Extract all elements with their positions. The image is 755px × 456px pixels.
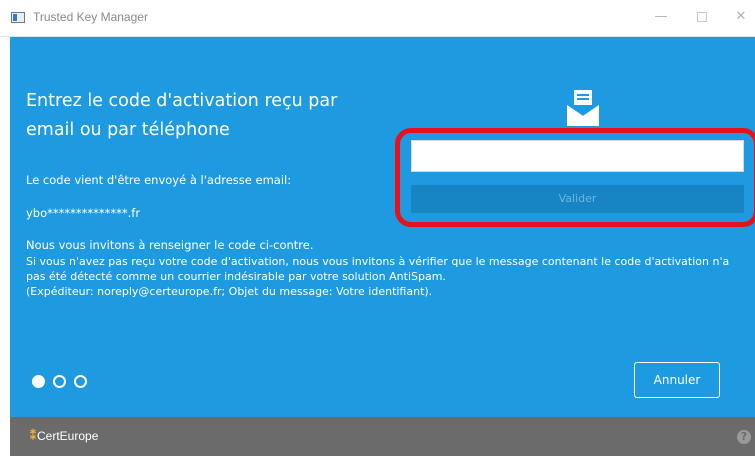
certeurope-logo: ⁑CertEurope	[30, 429, 98, 443]
step-dot-3	[74, 375, 87, 388]
maximize-button[interactable]	[688, 6, 716, 28]
invite-text: Nous vous invitons à renseigner le code …	[26, 238, 314, 252]
maximize-icon	[697, 11, 707, 22]
title-bar: Trusted Key Manager — ✕	[0, 0, 755, 37]
activation-panel: Entrez le code d'activation reçu par ema…	[10, 37, 755, 417]
footer: ⁑CertEurope ?	[10, 417, 755, 456]
sent-notice: Le code vient d'être envoyé à l'adresse …	[26, 173, 292, 187]
activation-code-input[interactable]	[411, 140, 744, 172]
cancel-button[interactable]: Annuler	[634, 362, 720, 398]
spam-notice-text: Si vous n'avez pas reçu votre code d'act…	[26, 255, 730, 283]
envelope-icon	[567, 90, 599, 126]
close-button[interactable]: ✕	[727, 6, 755, 28]
step-dot-1	[32, 375, 45, 388]
masked-email: ybo**************.fr	[26, 206, 141, 220]
logo-mark-icon: ⁑	[30, 429, 36, 443]
spam-notice: Si vous n'avez pas reçu votre code d'act…	[26, 254, 751, 299]
step-dot-2	[53, 375, 66, 388]
page-title: Entrez le code d'activation reçu par ema…	[26, 91, 338, 140]
help-icon[interactable]: ?	[737, 430, 751, 444]
validate-button[interactable]: Valider	[411, 185, 744, 213]
window-title: Trusted Key Manager	[33, 10, 148, 24]
app-icon	[11, 12, 25, 23]
sender-info: (Expéditeur: noreply@certeurope.fr; Obje…	[26, 285, 433, 298]
minimize-button[interactable]: —	[647, 6, 675, 28]
logo-text: CertEurope	[37, 429, 99, 443]
